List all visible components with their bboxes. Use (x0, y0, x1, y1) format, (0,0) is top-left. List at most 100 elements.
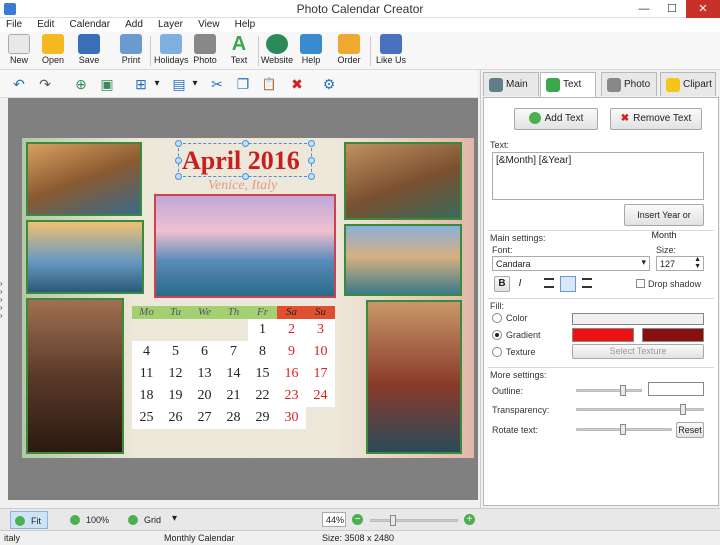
grid-icon (128, 515, 138, 525)
gradient-color-start-swatch[interactable] (572, 328, 634, 342)
text-content-input[interactable]: [&Month] [&Year] (492, 152, 704, 200)
tab-main[interactable]: Main (483, 72, 539, 96)
close-button[interactable]: ✕ (686, 0, 720, 18)
photo-grand-canal[interactable] (344, 224, 462, 296)
fill-color-radio[interactable] (492, 313, 502, 323)
remove-text-button[interactable]: ✖ Remove Text (610, 108, 702, 130)
photo-santa-maria-salute[interactable] (154, 194, 336, 298)
status-project-name: italy (4, 533, 21, 543)
page-settings-icon[interactable]: ▣ (98, 75, 116, 93)
add-text-button[interactable]: Add Text (514, 108, 598, 130)
drop-shadow-checkbox[interactable] (636, 279, 645, 288)
save-disk-icon (78, 34, 100, 54)
resize-handle[interactable] (308, 140, 315, 147)
zoom-in-icon[interactable]: + (464, 514, 475, 525)
undo-icon[interactable]: ↶ (10, 75, 28, 93)
paste-icon[interactable]: 📋 (260, 75, 278, 93)
properties-icon[interactable]: ⚙ (320, 75, 338, 93)
fill-color-swatch[interactable] (572, 313, 704, 325)
menu-edit[interactable]: Edit (31, 18, 60, 32)
fill-texture-radio[interactable] (492, 347, 502, 357)
help-button[interactable]: Help (294, 34, 328, 68)
fill-texture-label: Texture (506, 347, 536, 357)
holidays-button[interactable]: Holidays (154, 34, 189, 68)
photo-button[interactable]: Photo (188, 34, 222, 68)
photo-venice-canal-2[interactable] (344, 142, 462, 220)
cut-icon[interactable]: ✂ (208, 75, 226, 93)
menu-help[interactable]: Help (229, 18, 262, 32)
zoom-out-icon[interactable]: − (352, 514, 363, 525)
more-settings-label: More settings: (490, 370, 547, 380)
grid-button[interactable]: Grid (124, 511, 167, 529)
minimize-button[interactable]: — (630, 0, 658, 18)
transparency-slider-thumb[interactable] (680, 404, 686, 415)
weekday-label: Fr (248, 306, 277, 319)
menu-add[interactable]: Add (119, 18, 149, 32)
toolbar-separator (258, 36, 259, 66)
open-button[interactable]: Open (36, 34, 70, 68)
text-button[interactable]: A Text (222, 34, 256, 68)
bold-button[interactable]: B (494, 276, 510, 292)
resize-handle[interactable] (242, 173, 249, 180)
align-right-icon[interactable] (582, 278, 592, 288)
outline-color-swatch[interactable] (648, 382, 704, 396)
photo-gondolas[interactable] (366, 300, 462, 454)
tab-clipart[interactable]: Clipart (660, 72, 716, 96)
zoom-slider-thumb[interactable] (390, 515, 396, 526)
gradient-color-end-swatch[interactable] (642, 328, 704, 342)
canvas-workspace[interactable]: April 2016 Venice, Italy Mo Tu We Th Fr … (8, 98, 478, 500)
align-center-icon[interactable] (560, 276, 576, 292)
print-button[interactable]: Print (114, 34, 148, 68)
outline-slider[interactable] (576, 389, 642, 392)
calendar-grid[interactable]: Mo Tu We Th Fr Sa Su 1 2 3 4 5 6 7 8 9 1… (132, 306, 364, 429)
zoom-slider[interactable] (370, 519, 458, 522)
tab-text[interactable]: Text (540, 72, 596, 98)
stepper-arrows-icon[interactable]: ▲ ▼ (694, 256, 701, 270)
menu-calendar[interactable]: Calendar (63, 18, 116, 32)
fit-button[interactable]: Fit (10, 511, 48, 529)
rotate-slider-thumb[interactable] (620, 424, 626, 435)
select-texture-button[interactable]: Select Texture (572, 344, 704, 359)
text-selection-box[interactable] (175, 140, 315, 180)
reset-button[interactable]: Reset (676, 422, 704, 438)
zoom-value-field[interactable]: 44% (322, 512, 346, 527)
tab-photo[interactable]: Photo (601, 72, 657, 96)
photo-venice-canal-1[interactable] (26, 142, 142, 216)
menu-bar: File Edit Calendar Add Layer View Help (0, 18, 720, 32)
order-button[interactable]: Order (332, 34, 366, 68)
fill-gradient-radio[interactable] (492, 330, 502, 340)
size-stepper[interactable]: 127 ▲ ▼ (656, 256, 704, 271)
copy-icon[interactable]: ❐ (234, 75, 252, 93)
website-button[interactable]: Website (260, 34, 294, 68)
resize-handle[interactable] (175, 140, 182, 147)
save-button[interactable]: Save (72, 34, 106, 68)
italic-button[interactable]: I (512, 276, 528, 292)
photo-venice-bridge[interactable] (26, 298, 124, 454)
resize-handle[interactable] (242, 140, 249, 147)
insert-year-month-button[interactable]: Insert Year or Month (624, 204, 704, 240)
font-select[interactable]: Candara ▾ (492, 256, 650, 271)
align-left-icon[interactable] (544, 278, 554, 288)
menu-layer[interactable]: Layer (152, 18, 189, 32)
menu-file[interactable]: File (0, 18, 28, 32)
side-panel-grip[interactable]: › › › › › (0, 280, 8, 320)
align-dropdown-icon[interactable]: ▾ (148, 75, 166, 93)
arrange-dropdown-icon[interactable]: ▾ (186, 75, 204, 93)
zoom-100-button[interactable]: 100% (66, 511, 115, 529)
add-page-icon[interactable]: ⊕ (72, 75, 90, 93)
menu-view[interactable]: View (192, 18, 226, 32)
resize-handle[interactable] (175, 157, 182, 164)
resize-handle[interactable] (175, 173, 182, 180)
resize-handle[interactable] (308, 157, 315, 164)
calendar-subtitle[interactable]: Venice, Italy (208, 178, 277, 194)
grid-dropdown-icon[interactable]: ▾ (172, 513, 177, 524)
new-button[interactable]: New (2, 34, 36, 68)
calendar-page[interactable]: April 2016 Venice, Italy Mo Tu We Th Fr … (22, 138, 474, 458)
redo-icon[interactable]: ↷ (36, 75, 54, 93)
resize-handle[interactable] (308, 173, 315, 180)
delete-icon[interactable]: ✖ (288, 75, 306, 93)
like-us-button[interactable]: Like Us (374, 34, 408, 68)
outline-slider-thumb[interactable] (620, 385, 626, 396)
maximize-button[interactable]: ☐ (658, 0, 686, 18)
photo-venice-sunset[interactable] (26, 220, 144, 294)
